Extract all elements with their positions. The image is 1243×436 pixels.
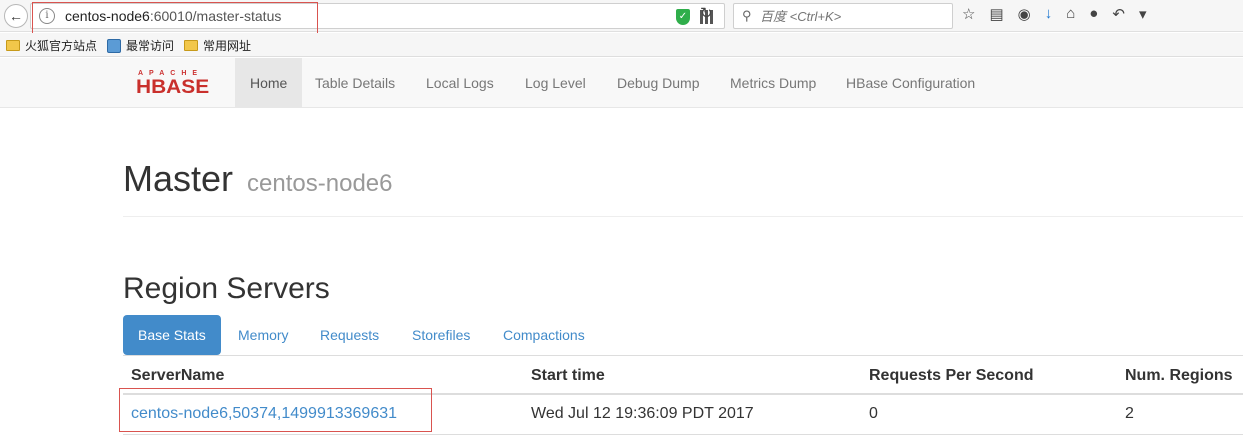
nav-debug-dump[interactable]: Debug Dump bbox=[602, 58, 715, 108]
nav-local-logs[interactable]: Local Logs bbox=[411, 58, 509, 108]
bookmarks-bar: 火狐官方站点 最常访问 常用网址 bbox=[0, 33, 1243, 57]
home-icon[interactable]: ⌂ bbox=[1066, 5, 1075, 23]
nav-metrics-dump[interactable]: Metrics Dump bbox=[715, 58, 831, 108]
tab-requests[interactable]: Requests bbox=[305, 315, 394, 355]
tab-base-stats[interactable]: Base Stats bbox=[123, 315, 221, 355]
folder-icon bbox=[6, 40, 20, 51]
column-header-start-time[interactable]: Start time bbox=[531, 367, 605, 385]
search-input[interactable] bbox=[760, 7, 945, 25]
header-divider bbox=[123, 216, 1243, 217]
shield-icon[interactable]: ✓ bbox=[676, 9, 690, 25]
arrow-left-icon: ← bbox=[9, 8, 23, 24]
search-icon: ⚲ bbox=[742, 8, 752, 23]
page-subtitle: centos-node6 bbox=[247, 170, 393, 197]
column-header-servername[interactable]: ServerName bbox=[131, 367, 224, 385]
reload-icon[interactable]: ↻ bbox=[700, 4, 713, 22]
back-button[interactable]: ← bbox=[4, 4, 28, 28]
column-header-num-regions[interactable]: Num. Regions bbox=[1125, 367, 1233, 385]
chat-icon[interactable]: ● bbox=[1089, 5, 1098, 23]
reading-list-icon[interactable]: ▤ bbox=[989, 5, 1003, 23]
bookmark-most-visited[interactable]: 最常访问 bbox=[107, 37, 174, 54]
page-title: Master centos-node6 bbox=[123, 158, 393, 199]
hbase-logo[interactable]: APACHE HBASE bbox=[136, 70, 222, 98]
bookmark-common-sites[interactable]: 常用网址 bbox=[184, 37, 251, 54]
nav-home[interactable]: Home bbox=[235, 58, 303, 108]
menu-chevron-icon[interactable]: ▾ bbox=[1139, 5, 1147, 23]
start-time-cell: Wed Jul 12 19:36:09 PDT 2017 bbox=[531, 405, 754, 422]
server-highlight-box bbox=[119, 388, 432, 432]
undo-icon[interactable]: ↶ bbox=[1112, 5, 1125, 23]
pocket-icon[interactable]: ◉ bbox=[1018, 5, 1031, 23]
url-highlight-box bbox=[32, 2, 318, 35]
hbase-navbar: APACHE HBASE Home Table Details Local Lo… bbox=[0, 58, 1243, 108]
folder-icon bbox=[184, 40, 198, 51]
bookmark-firefox-site[interactable]: 火狐官方站点 bbox=[6, 37, 97, 54]
bookmark-star-icon[interactable]: ☆ bbox=[962, 5, 975, 23]
nav-table-details[interactable]: Table Details bbox=[300, 58, 410, 108]
most-visited-icon bbox=[107, 38, 121, 53]
nav-hbase-configuration[interactable]: HBase Configuration bbox=[831, 58, 990, 108]
browser-toolbar: ← i centos-node6:60010/master-status ✓ ↻… bbox=[0, 0, 1243, 35]
search-bar[interactable]: ⚲ bbox=[733, 3, 953, 29]
tab-compactions[interactable]: Compactions bbox=[488, 315, 600, 355]
download-icon[interactable]: ↓ bbox=[1045, 5, 1053, 23]
requests-per-second-cell: 0 bbox=[869, 405, 878, 422]
tab-memory[interactable]: Memory bbox=[223, 315, 304, 355]
region-servers-title: Region Servers bbox=[123, 272, 330, 305]
column-header-requests-per-second[interactable]: Requests Per Second bbox=[869, 367, 1034, 385]
tab-storefiles[interactable]: Storefiles bbox=[397, 315, 485, 355]
nav-log-level[interactable]: Log Level bbox=[510, 58, 601, 108]
region-servers-tabs: Base Stats Memory Requests Storefiles Co… bbox=[123, 315, 1243, 355]
num-regions-cell: 2 bbox=[1125, 405, 1134, 422]
